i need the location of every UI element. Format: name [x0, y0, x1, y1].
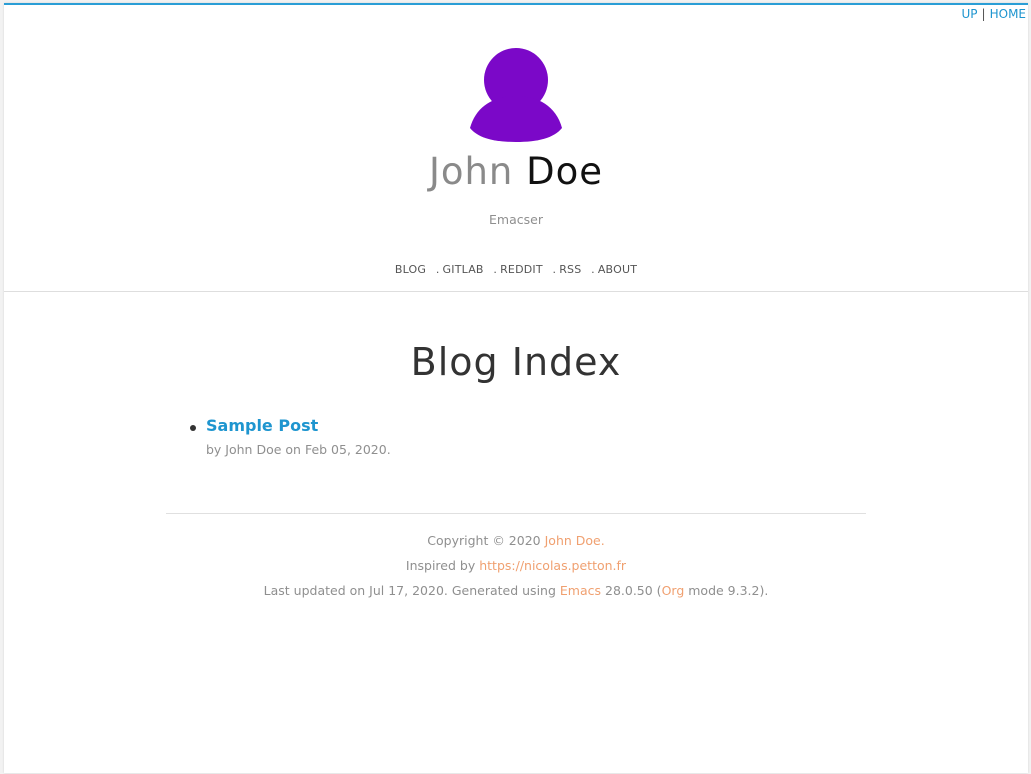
- header-divider: [4, 291, 1028, 292]
- nav-blog[interactable]: BLOG: [395, 263, 426, 276]
- site-name-last: Doe: [526, 150, 604, 193]
- updated-text: Last updated on Jul 17, 2020. Generated …: [263, 583, 556, 598]
- nav-separator: .: [591, 263, 595, 276]
- nav-reddit[interactable]: REDDIT: [500, 263, 543, 276]
- emacs-link[interactable]: Emacs: [560, 583, 601, 598]
- nav-separator: .: [552, 263, 557, 276]
- generated-line: Last updated on Jul 17, 2020. Generated …: [4, 581, 1028, 606]
- inspired-link[interactable]: https://nicolas.petton.fr: [479, 558, 626, 573]
- main-nav: BLOG . GITLAB . REDDIT . RSS . ABOUT: [4, 263, 1028, 276]
- inspired-text: Inspired by: [405, 558, 476, 573]
- post-title-link[interactable]: Sample Post: [206, 415, 391, 437]
- page-container: UP | HOME John Doe Emacser BLOG . GITLAB .R…: [4, 3, 1028, 773]
- site-name-first: John: [428, 150, 514, 193]
- inspired-line: Inspired by https://nicolas.petton.fr: [4, 556, 1028, 581]
- top-nav: UP | HOME: [962, 7, 1026, 21]
- avatar-icon: [470, 48, 562, 142]
- nav-separator: .: [435, 263, 440, 276]
- copyright-line: Copyright © 2020 John Doe.: [4, 531, 1028, 556]
- site-tagline: Emacser: [489, 212, 543, 227]
- post-meta: by John Doe on Feb 05, 2020.: [206, 442, 391, 457]
- nav-gitlab[interactable]: GITLAB: [443, 263, 484, 276]
- up-link[interactable]: UP: [962, 7, 978, 21]
- nav-about[interactable]: ABOUT: [598, 263, 637, 276]
- list-item: Sample Post by John Doe on Feb 05, 2020.: [190, 415, 391, 457]
- org-link[interactable]: Org: [662, 583, 685, 598]
- footer-divider: [166, 513, 866, 514]
- site-name: John Doe: [4, 150, 1028, 194]
- page-title: Blog Index: [410, 340, 622, 384]
- author-link[interactable]: John Doe.: [545, 533, 605, 548]
- copyright-text: Copyright © 2020: [427, 533, 541, 548]
- top-nav-separator: |: [981, 7, 986, 21]
- avatar-body: [470, 96, 562, 142]
- nav-rss[interactable]: RSS: [559, 263, 581, 276]
- emacs-version-text: 28.0.50 (: [605, 583, 662, 598]
- nav-separator: .: [493, 263, 498, 276]
- home-link[interactable]: HOME: [990, 7, 1026, 21]
- bullet-icon: [190, 425, 196, 431]
- org-version-text: mode 9.3.2).: [688, 583, 769, 598]
- site-footer: Copyright © 2020 John Doe. Inspired by h…: [4, 531, 1028, 606]
- post-list: Sample Post by John Doe on Feb 05, 2020.: [190, 415, 391, 457]
